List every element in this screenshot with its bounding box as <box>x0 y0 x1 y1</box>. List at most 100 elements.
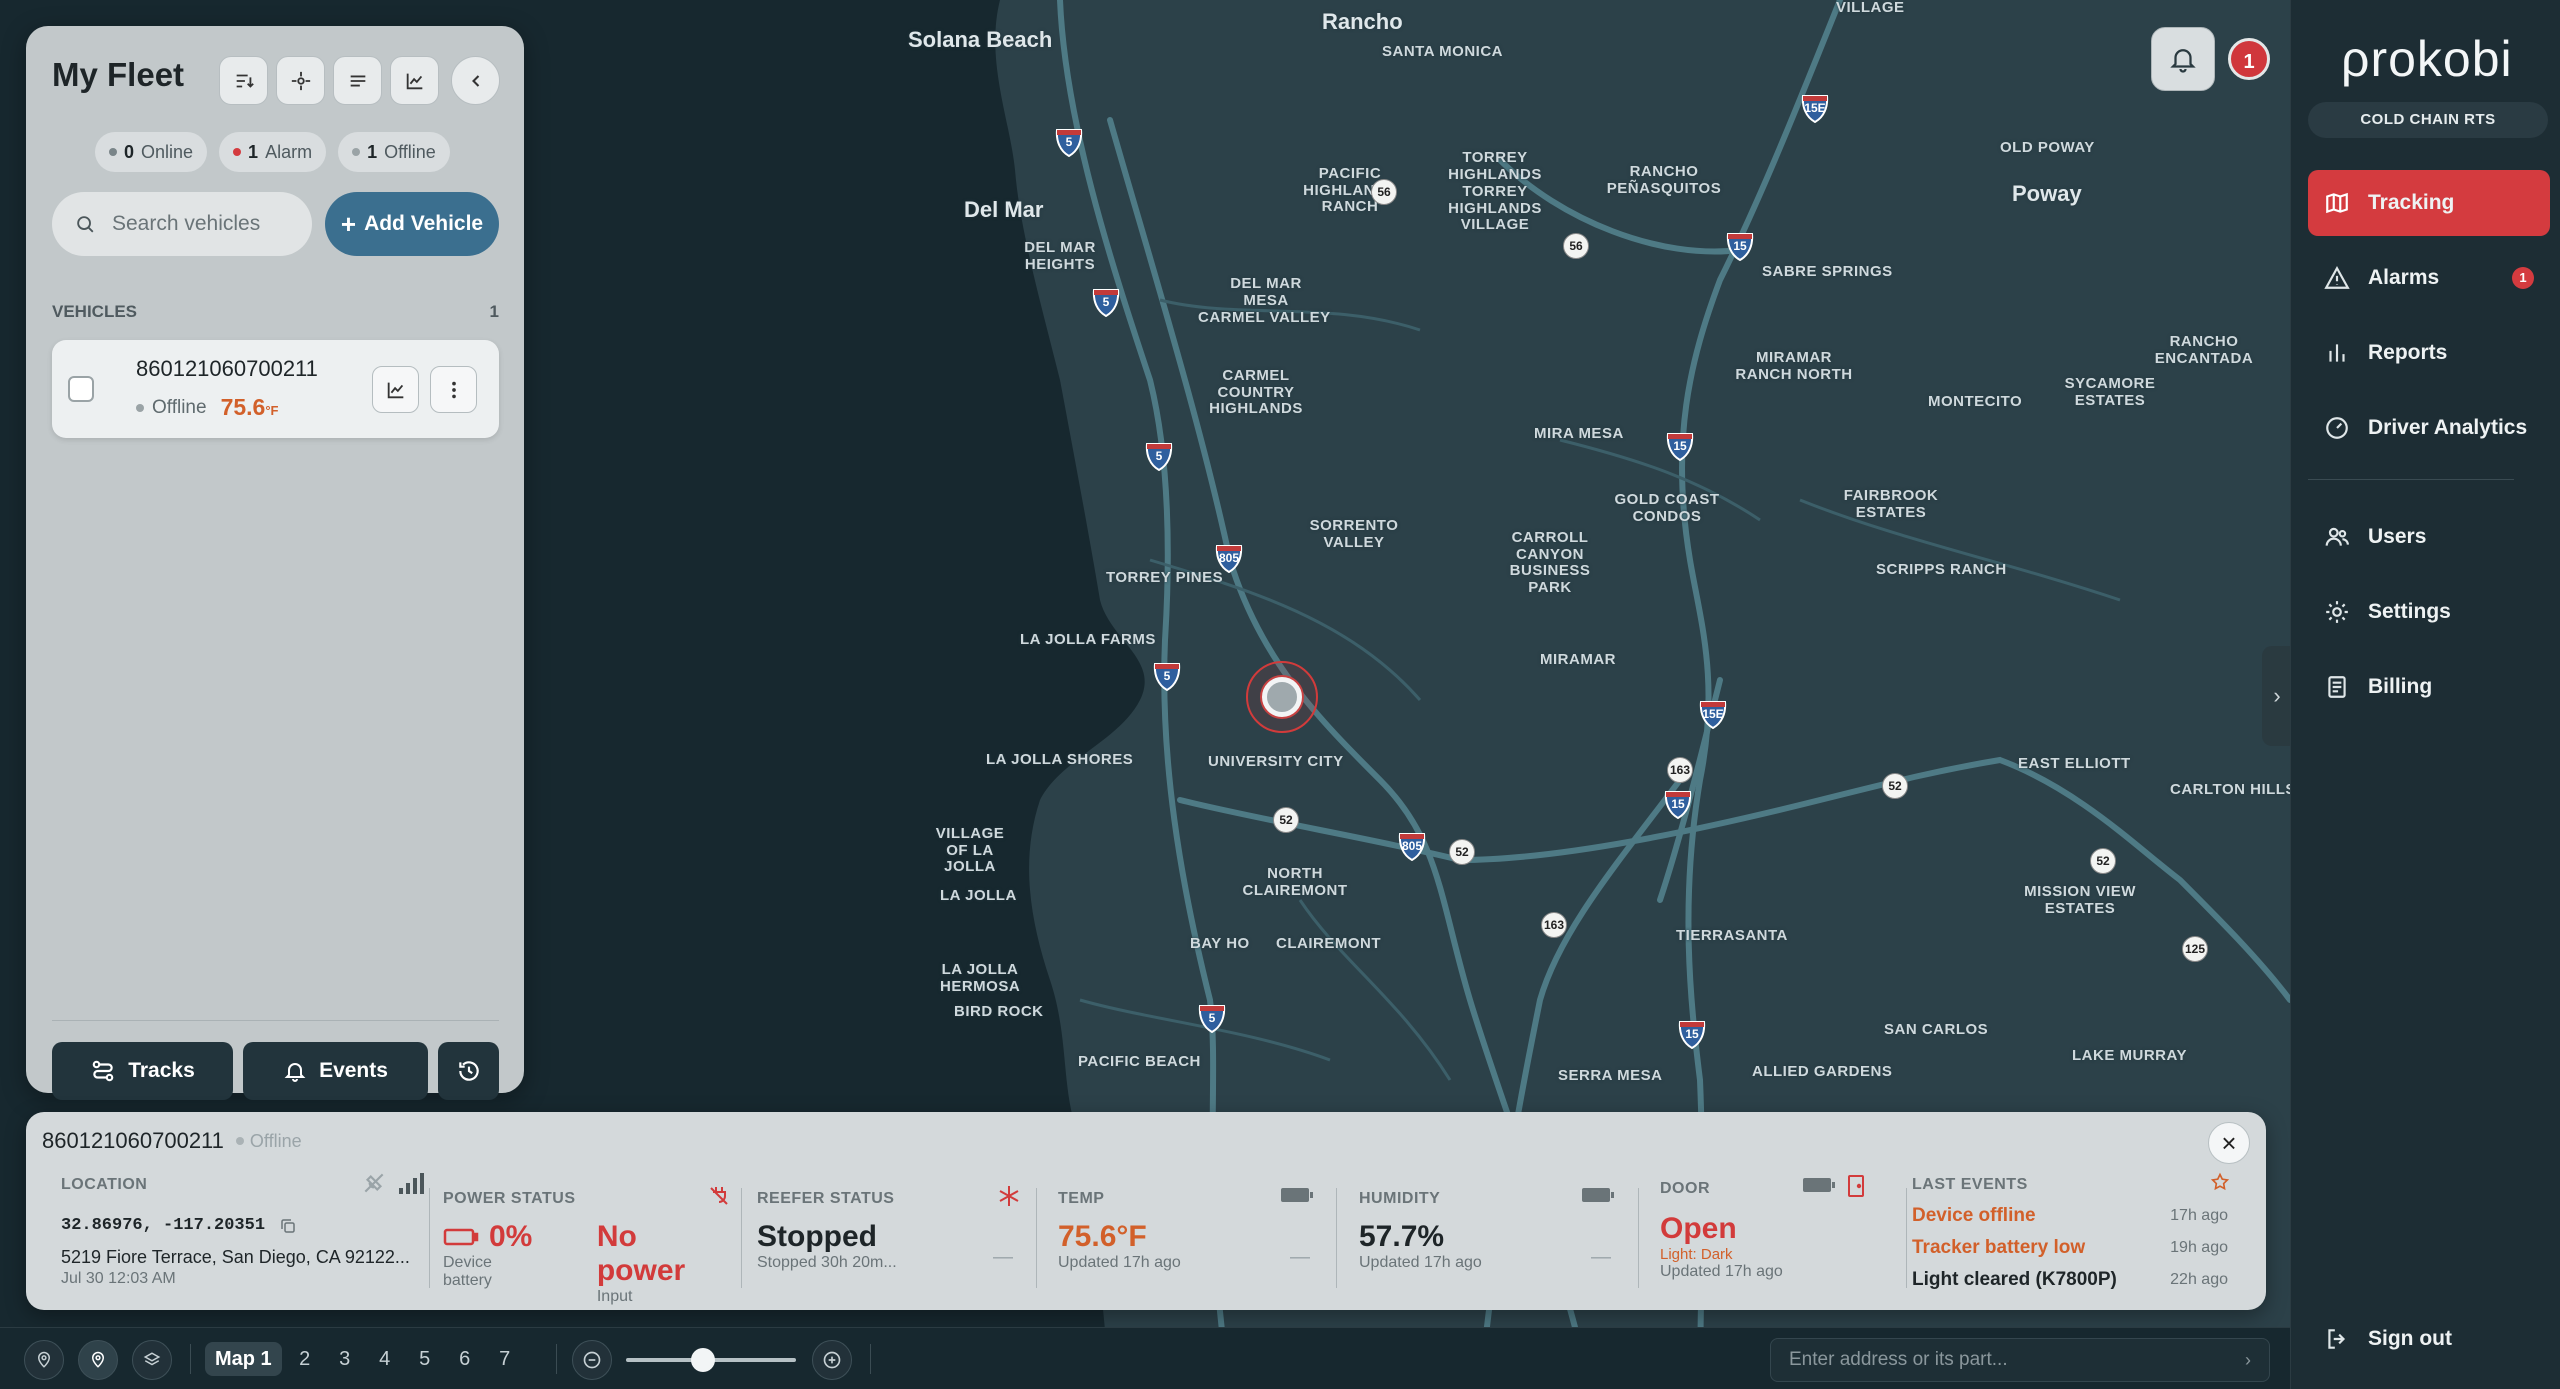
vehicle-more-button[interactable] <box>430 366 477 413</box>
map-tab-7[interactable]: 7 <box>488 1342 522 1376</box>
location-time: Jul 30 12:03 AM <box>61 1270 176 1287</box>
map-label: Torrey Highlands Village <box>1448 183 1542 233</box>
map-tab-4[interactable]: 4 <box>368 1342 402 1376</box>
panel-divider <box>52 1020 499 1021</box>
interstate-shield-icon: 5 <box>1054 127 1084 158</box>
users-icon <box>2325 527 2349 546</box>
list-button[interactable] <box>333 56 382 105</box>
search-input[interactable] <box>112 212 292 236</box>
door-value: Open <box>1660 1212 1737 1245</box>
close-detail-button[interactable]: × <box>2208 1122 2250 1164</box>
chart-button[interactable] <box>390 56 439 105</box>
panel-actions: Tracks Events <box>52 1042 499 1100</box>
map-label: La Jolla Hermosa <box>940 961 1021 995</box>
map-label: Bay Ho <box>1190 935 1250 952</box>
location-section: LOCATION 32.86976, -117.20351 5219 Fiore… <box>61 1173 431 1296</box>
divider <box>190 1344 191 1374</box>
zoom-slider-handle[interactable] <box>690 1348 715 1372</box>
collapse-panel-button[interactable] <box>451 56 500 105</box>
interstate-shield-icon: 5 <box>1144 441 1174 472</box>
layers-button[interactable] <box>132 1340 172 1380</box>
map-tab-5[interactable]: 5 <box>408 1342 442 1376</box>
address-search-input[interactable] <box>1789 1349 2229 1371</box>
layers-icon <box>143 1352 161 1366</box>
tracks-button[interactable]: Tracks <box>52 1042 233 1100</box>
company-selector[interactable]: COLD CHAIN RTS <box>2308 102 2548 138</box>
alarm-count-badge[interactable]: 1 <box>2228 38 2270 80</box>
nav-item-billing[interactable]: Billing <box>2308 654 2550 720</box>
map-tab-3[interactable]: 3 <box>328 1342 362 1376</box>
map-label: Lake Murray <box>2072 1047 2187 1064</box>
satellite-off-icon <box>364 1173 384 1193</box>
chevron-left-icon <box>471 74 479 87</box>
nav-item-reports[interactable]: Reports <box>2308 320 2550 386</box>
online-filter[interactable]: 0 Online <box>95 132 208 172</box>
event-item[interactable]: Tracker battery low 19h ago <box>1912 1232 2228 1264</box>
vehicle-chart-button[interactable] <box>372 366 419 413</box>
logout-icon <box>2328 1329 2346 1349</box>
interstate-shield-icon: 15E <box>1800 93 1830 124</box>
nav-item-users[interactable]: Users <box>2308 504 2550 570</box>
map-label: Del Mar <box>964 197 1044 222</box>
locate-button[interactable] <box>276 56 325 105</box>
map-label: Torrey Pines <box>1106 569 1224 586</box>
fleet-status-summary: 0 Online 1 Alarm 1 Offline <box>95 132 450 172</box>
plus-icon: + <box>340 209 357 239</box>
route-sign-icon: 52 <box>1882 773 1908 799</box>
status-dot-icon <box>235 1137 244 1145</box>
location-coordinates: 32.86976, -117.20351 <box>61 1216 266 1235</box>
chevron-right-icon[interactable]: › <box>2245 1350 2251 1371</box>
nav-item-alarms[interactable]: Alarms 1 <box>2308 245 2550 311</box>
vehicle-location-marker[interactable] <box>1246 661 1318 733</box>
notifications-button[interactable] <box>2151 27 2215 91</box>
history-button[interactable] <box>438 1042 499 1100</box>
map-tab-2[interactable]: 2 <box>288 1342 322 1376</box>
star-icon[interactable] <box>2210 1172 2230 1192</box>
event-item[interactable]: Light cleared (K7800P) 22h ago <box>1912 1264 2228 1296</box>
event-item[interactable]: Device offline 17h ago <box>1912 1200 2228 1232</box>
route-sign-icon: 56 <box>1563 233 1589 259</box>
divider <box>556 1344 557 1374</box>
input-power-value: No power <box>596 1220 686 1287</box>
pin-toggle-button[interactable] <box>24 1340 64 1380</box>
map-label: Fairbrook Estates <box>1843 487 1939 521</box>
sign-out-button[interactable]: Sign out <box>2324 1326 2452 1352</box>
add-vehicle-button[interactable]: + Add Vehicle <box>325 192 499 256</box>
nav-item-tracking[interactable]: Tracking <box>2308 170 2550 236</box>
divider <box>1906 1188 1907 1288</box>
zoom-in-button[interactable] <box>812 1340 852 1380</box>
zoom-out-button[interactable] <box>572 1340 612 1380</box>
temp-trend: — <box>1290 1246 1310 1268</box>
interstate-shield-icon: 5 <box>1091 287 1121 318</box>
route-sign-icon: 52 <box>1273 807 1299 833</box>
last-events-section: LAST EVENTS Device offline 17h ago Tracke… <box>1912 1172 2242 1296</box>
alarm-filter[interactable]: 1 Alarm <box>219 132 327 172</box>
input-power-label: Input <box>596 1288 633 1305</box>
vehicle-card[interactable]: 860121060700211 Offline 75.6°F <box>52 340 499 438</box>
events-button[interactable]: Events <box>243 1042 428 1100</box>
copy-icon[interactable] <box>279 1217 297 1235</box>
nav-item-settings[interactable]: Settings <box>2308 579 2550 645</box>
vehicle-detail-panel: 860121060700211 Offline × LOCATION 32.86… <box>26 1112 2266 1310</box>
divider <box>1036 1188 1037 1288</box>
interstate-shield-icon: 15 <box>1665 431 1695 462</box>
interstate-shield-icon: 15 <box>1663 789 1693 820</box>
nav-divider <box>2308 479 2514 480</box>
nav-item-driver-analytics[interactable]: Driver Analytics <box>2308 395 2550 461</box>
map-tab-6[interactable]: 6 <box>448 1342 482 1376</box>
map-label: Mission View Estates <box>2024 883 2136 917</box>
map-label: Sycamore Estates <box>2064 375 2156 409</box>
list-icon <box>350 75 365 86</box>
offline-filter[interactable]: 1 Offline <box>338 132 450 172</box>
sidebar-collapse-toggle[interactable]: › <box>2262 646 2292 746</box>
map-label: Old Poway <box>2000 139 2095 156</box>
temp-value: 75.6°F <box>1058 1220 1147 1253</box>
markers-toggle-button[interactable] <box>78 1340 118 1380</box>
map-bottom-bar: Map 1 2 3 4 5 6 7 › <box>0 1327 2290 1389</box>
vehicle-status: Offline <box>152 396 207 418</box>
map-label: Carroll Canyon Business Park <box>1509 529 1591 596</box>
sort-button[interactable] <box>219 56 268 105</box>
detail-vehicle-id: 860121060700211 <box>42 1128 224 1153</box>
vehicle-checkbox[interactable] <box>68 376 94 402</box>
map-tab-1[interactable]: Map 1 <box>205 1342 282 1376</box>
